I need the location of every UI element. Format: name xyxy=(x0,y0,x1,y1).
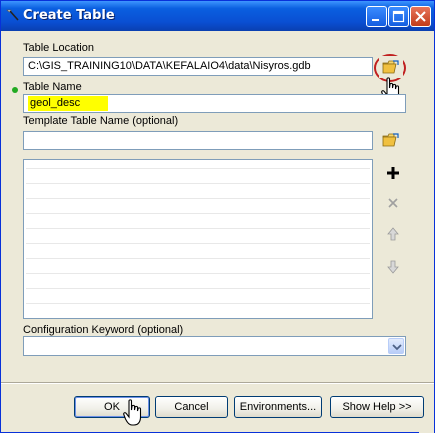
move-down-button[interactable] xyxy=(381,255,405,279)
template-table-list[interactable] xyxy=(23,159,373,319)
open-folder-icon xyxy=(382,60,399,74)
list-row-line xyxy=(26,228,370,229)
table-name-label: Table Name xyxy=(23,81,82,93)
list-row-line xyxy=(26,198,370,199)
list-row-line xyxy=(26,243,370,244)
move-up-button[interactable] xyxy=(381,222,405,246)
list-row-line xyxy=(26,288,370,289)
list-row-line xyxy=(26,183,370,184)
template-table-input[interactable] xyxy=(23,131,373,150)
template-table-label: Template Table Name (optional) xyxy=(23,115,179,127)
show-help-button[interactable]: Show Help >> xyxy=(330,396,424,418)
remove-button[interactable] xyxy=(381,191,405,215)
list-row-line xyxy=(26,303,370,304)
maximize-button[interactable] xyxy=(388,6,409,27)
minimize-icon xyxy=(372,19,379,21)
list-row-line xyxy=(26,213,370,214)
button-separator xyxy=(1,382,434,384)
window-title: Create Table xyxy=(23,8,115,23)
config-keyword-select[interactable] xyxy=(23,336,406,356)
hand-cursor-icon xyxy=(123,399,142,426)
add-button[interactable] xyxy=(381,161,405,185)
table-location-input[interactable]: C:\GIS_TRAINING10\DATA\KEFALAIO4\data\Ni… xyxy=(23,57,373,76)
x-icon xyxy=(388,198,398,208)
config-keyword-label: Configuration Keyword (optional) xyxy=(23,324,184,336)
arrow-down-icon xyxy=(387,260,399,274)
environments-button[interactable]: Environments... xyxy=(234,396,322,418)
table-name-value: geol_desc xyxy=(28,96,108,111)
create-table-dialog: Create Table Table Location C:\GIS_TRAIN… xyxy=(0,0,435,433)
plus-icon xyxy=(387,167,399,179)
title-bar[interactable]: Create Table xyxy=(1,1,434,31)
browse-location-button[interactable] xyxy=(379,56,403,78)
chevron-down-icon xyxy=(392,344,402,351)
table-location-label: Table Location xyxy=(23,42,94,54)
close-icon xyxy=(415,11,426,22)
list-row-line xyxy=(26,258,370,259)
window-right-edge xyxy=(419,31,434,433)
minimize-button[interactable] xyxy=(366,6,387,27)
dropdown-button[interactable] xyxy=(388,338,404,354)
cancel-button[interactable]: Cancel xyxy=(155,396,228,418)
maximize-icon xyxy=(392,10,405,23)
open-folder-icon xyxy=(382,133,399,147)
required-indicator xyxy=(12,87,18,93)
hammer-icon xyxy=(6,9,19,21)
list-row-line xyxy=(26,273,370,274)
browse-template-button[interactable] xyxy=(379,129,403,151)
list-row-line xyxy=(26,168,370,169)
table-name-input[interactable]: geol_desc xyxy=(23,94,406,113)
arrow-up-icon xyxy=(387,227,399,241)
close-button[interactable] xyxy=(410,6,431,27)
